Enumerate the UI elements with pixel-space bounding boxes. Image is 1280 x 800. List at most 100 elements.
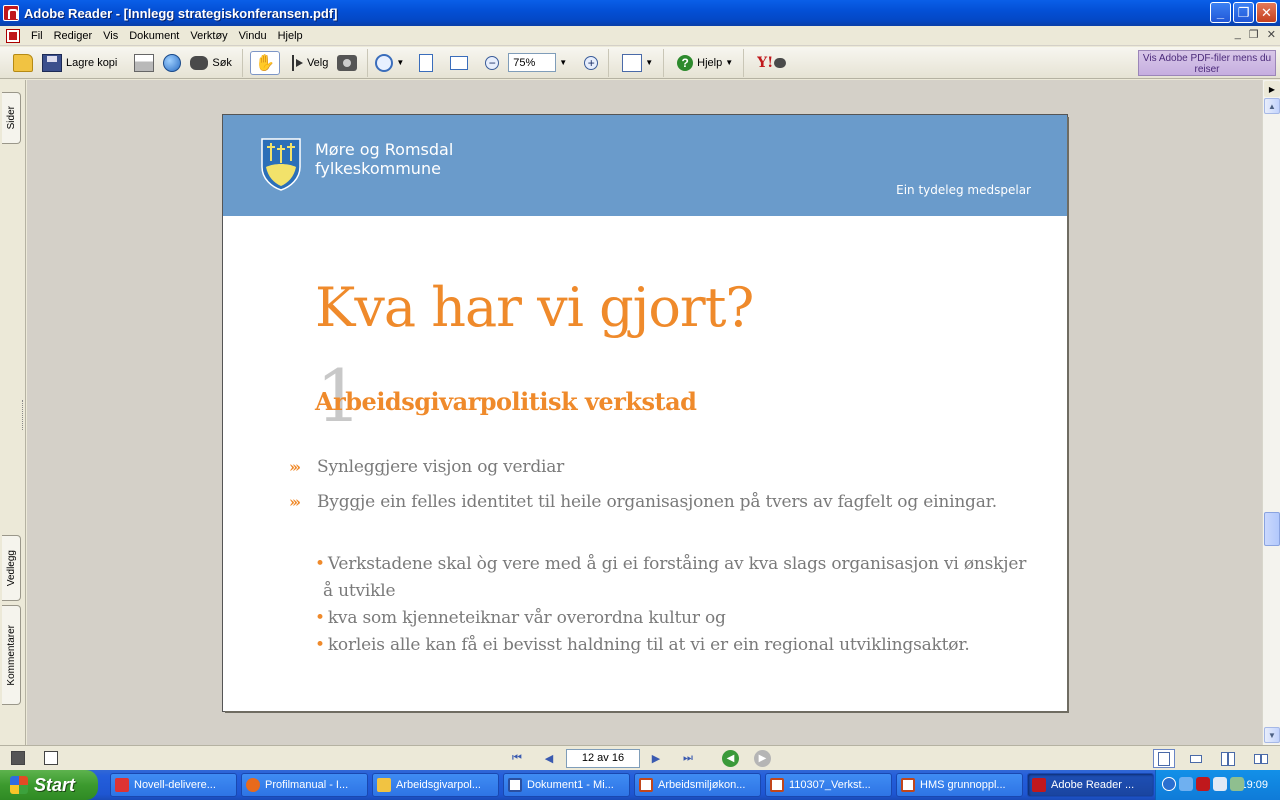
taskbar: Start Novell-delivere... Profilmanual - … bbox=[0, 770, 1280, 800]
print-button[interactable] bbox=[131, 51, 157, 75]
doc-close-button[interactable]: ✕ bbox=[1267, 28, 1276, 41]
close-button[interactable]: ✕ bbox=[1256, 2, 1277, 23]
bullet-item: ››› Synleggjere visjon og verdiar bbox=[289, 457, 564, 477]
open-button[interactable] bbox=[10, 51, 36, 75]
page-number-field[interactable]: 12 av 16 bbox=[566, 749, 640, 768]
doc-restore-button[interactable]: ❐ bbox=[1249, 28, 1259, 41]
scroll-thumb[interactable] bbox=[1264, 512, 1280, 546]
taskbar-item[interactable]: Profilmanual - I... bbox=[241, 773, 368, 797]
scroll-down-button[interactable]: ▼ bbox=[1264, 727, 1280, 743]
menu-rediger[interactable]: Rediger bbox=[49, 30, 99, 42]
document-window-controls: _ ❐ ✕ bbox=[1235, 28, 1276, 41]
taskbar-item[interactable]: HMS grunnoppl... bbox=[896, 773, 1023, 797]
menu-verktoy[interactable]: Verktøy bbox=[185, 30, 233, 42]
taskbar-item[interactable]: Dokument1 - Mi... bbox=[503, 773, 630, 797]
last-page-button[interactable]: ⏭ bbox=[679, 750, 697, 766]
chevron-down-icon[interactable]: ▼ bbox=[559, 58, 567, 67]
start-label: Start bbox=[34, 774, 76, 795]
help-button[interactable]: ? Hjelp ▼ bbox=[674, 51, 736, 75]
continuous-facing-layout-button[interactable] bbox=[1250, 749, 1272, 768]
fit-width-button[interactable] bbox=[447, 51, 471, 75]
taskbar-item[interactable]: Novell-delivere... bbox=[110, 773, 237, 797]
facing-layout-button[interactable] bbox=[1217, 749, 1239, 768]
pdf-document-icon[interactable] bbox=[6, 28, 20, 43]
menu-hjelp[interactable]: Hjelp bbox=[273, 30, 309, 42]
zoom-select[interactable]: ▼ bbox=[505, 51, 570, 75]
zoom-tools: ▼ − ▼ + bbox=[367, 48, 608, 77]
page-thumb-icon[interactable] bbox=[44, 751, 58, 765]
email-button[interactable] bbox=[160, 51, 184, 75]
tray-icons bbox=[1162, 777, 1244, 791]
menu-fil[interactable]: Fil bbox=[26, 30, 49, 42]
menu-vis[interactable]: Vis bbox=[98, 30, 124, 42]
continuous-layout-button[interactable] bbox=[1185, 749, 1207, 768]
dot-bullet-icon: • bbox=[315, 635, 325, 655]
hand-tool-button[interactable]: ✋ bbox=[247, 50, 283, 75]
zoom-out-button[interactable]: − bbox=[482, 51, 502, 75]
novell-icon bbox=[115, 778, 129, 792]
single-page-layout-button[interactable] bbox=[1153, 749, 1175, 768]
snapshot-button[interactable] bbox=[334, 51, 360, 75]
taskbar-item-active[interactable]: Adobe Reader ... bbox=[1027, 773, 1154, 797]
yahoo-search-button[interactable]: Y! bbox=[754, 51, 789, 75]
windows-flag-icon bbox=[10, 776, 28, 794]
facing-pages-icon bbox=[1228, 751, 1235, 766]
bullet-item: ››› Byggje ein felles identitet til heil… bbox=[289, 492, 997, 512]
volume-icon[interactable] bbox=[1230, 777, 1244, 791]
word-icon bbox=[508, 778, 522, 792]
taskbar-item[interactable]: Arbeidsmiljøkon... bbox=[634, 773, 761, 797]
clock[interactable]: 19:09 bbox=[1240, 779, 1268, 791]
network-icon[interactable] bbox=[1213, 777, 1227, 791]
taskbar-item[interactable]: 110307_Verkst... bbox=[765, 773, 892, 797]
tray-expand-icon[interactable] bbox=[1162, 777, 1176, 791]
nav-panel-toggle-arrow[interactable]: ▶ bbox=[1264, 81, 1280, 97]
help-label: Hjelp bbox=[697, 56, 723, 69]
fit-page-button[interactable] bbox=[416, 51, 436, 75]
vertical-scrollbar[interactable]: ▶ ▲ ▼ bbox=[1262, 80, 1280, 745]
document-view[interactable]: Møre og Romsdal fylkeskommune Ein tydele… bbox=[27, 80, 1262, 745]
previous-page-button[interactable]: ◀ bbox=[540, 750, 558, 766]
start-button[interactable]: Start bbox=[0, 770, 98, 800]
dropbox-icon[interactable] bbox=[1179, 777, 1193, 791]
search-button[interactable]: Søk bbox=[187, 51, 235, 75]
zoom-input[interactable] bbox=[508, 53, 557, 72]
tab-kommentarer[interactable]: Kommentarer bbox=[2, 605, 21, 705]
next-view-button[interactable]: ▶ bbox=[754, 750, 771, 767]
fit-page-icon bbox=[419, 53, 434, 72]
powerpoint-icon bbox=[901, 778, 915, 792]
panel-splitter[interactable] bbox=[22, 400, 25, 430]
bullet-text: Byggje ein felles identitet til heile or… bbox=[317, 492, 997, 512]
first-page-button[interactable]: ⏮ bbox=[508, 750, 526, 766]
restore-button[interactable]: ❐ bbox=[1233, 2, 1254, 23]
zoom-in-button[interactable]: + bbox=[581, 51, 601, 75]
minimize-button[interactable]: _ bbox=[1210, 2, 1231, 23]
next-page-button[interactable]: ▶ bbox=[647, 750, 665, 766]
tab-sider[interactable]: Sider bbox=[2, 92, 21, 144]
previous-view-button[interactable]: ◀ bbox=[722, 750, 739, 767]
tab-vedlegg[interactable]: Vedlegg bbox=[2, 535, 21, 601]
zoom-tool-button[interactable]: ▼ bbox=[372, 51, 407, 75]
zoom-magnifier-icon bbox=[375, 53, 394, 72]
taskbar-item-label: Adobe Reader ... bbox=[1051, 779, 1135, 791]
tab-vedlegg-label: Vedlegg bbox=[5, 549, 17, 587]
adobe-ad-banner[interactable]: Vis Adobe PDF-filer mens du reiser bbox=[1138, 50, 1276, 76]
adobe-tray-icon[interactable] bbox=[1196, 777, 1210, 791]
select-tool-button[interactable]: Velg bbox=[286, 51, 331, 75]
menu-vindu[interactable]: Vindu bbox=[234, 30, 273, 42]
taskbar-item[interactable]: Arbeidsgivarpol... bbox=[372, 773, 499, 797]
save-copy-label: Lagre kopi bbox=[66, 56, 118, 69]
select-label: Velg bbox=[306, 56, 329, 69]
help-tools: ? Hjelp ▼ bbox=[663, 48, 743, 77]
rotate-pages-button[interactable]: ▼ bbox=[619, 51, 656, 75]
page-layout-tools: ▼ bbox=[608, 48, 663, 77]
taskbar-item-label: Arbeidsmiljøkon... bbox=[658, 779, 746, 791]
scroll-up-button[interactable]: ▲ bbox=[1264, 98, 1280, 114]
save-disk-icon bbox=[42, 53, 62, 72]
last-page-icon: ⏭ bbox=[683, 751, 693, 764]
page-view-icon[interactable] bbox=[11, 751, 25, 765]
taskbar-item-label: Arbeidsgivarpol... bbox=[396, 779, 481, 791]
menu-dokument[interactable]: Dokument bbox=[124, 30, 185, 42]
system-tray: 19:09 bbox=[1155, 770, 1280, 800]
save-copy-button[interactable]: Lagre kopi bbox=[39, 51, 120, 75]
doc-minimize-button[interactable]: _ bbox=[1235, 28, 1241, 41]
